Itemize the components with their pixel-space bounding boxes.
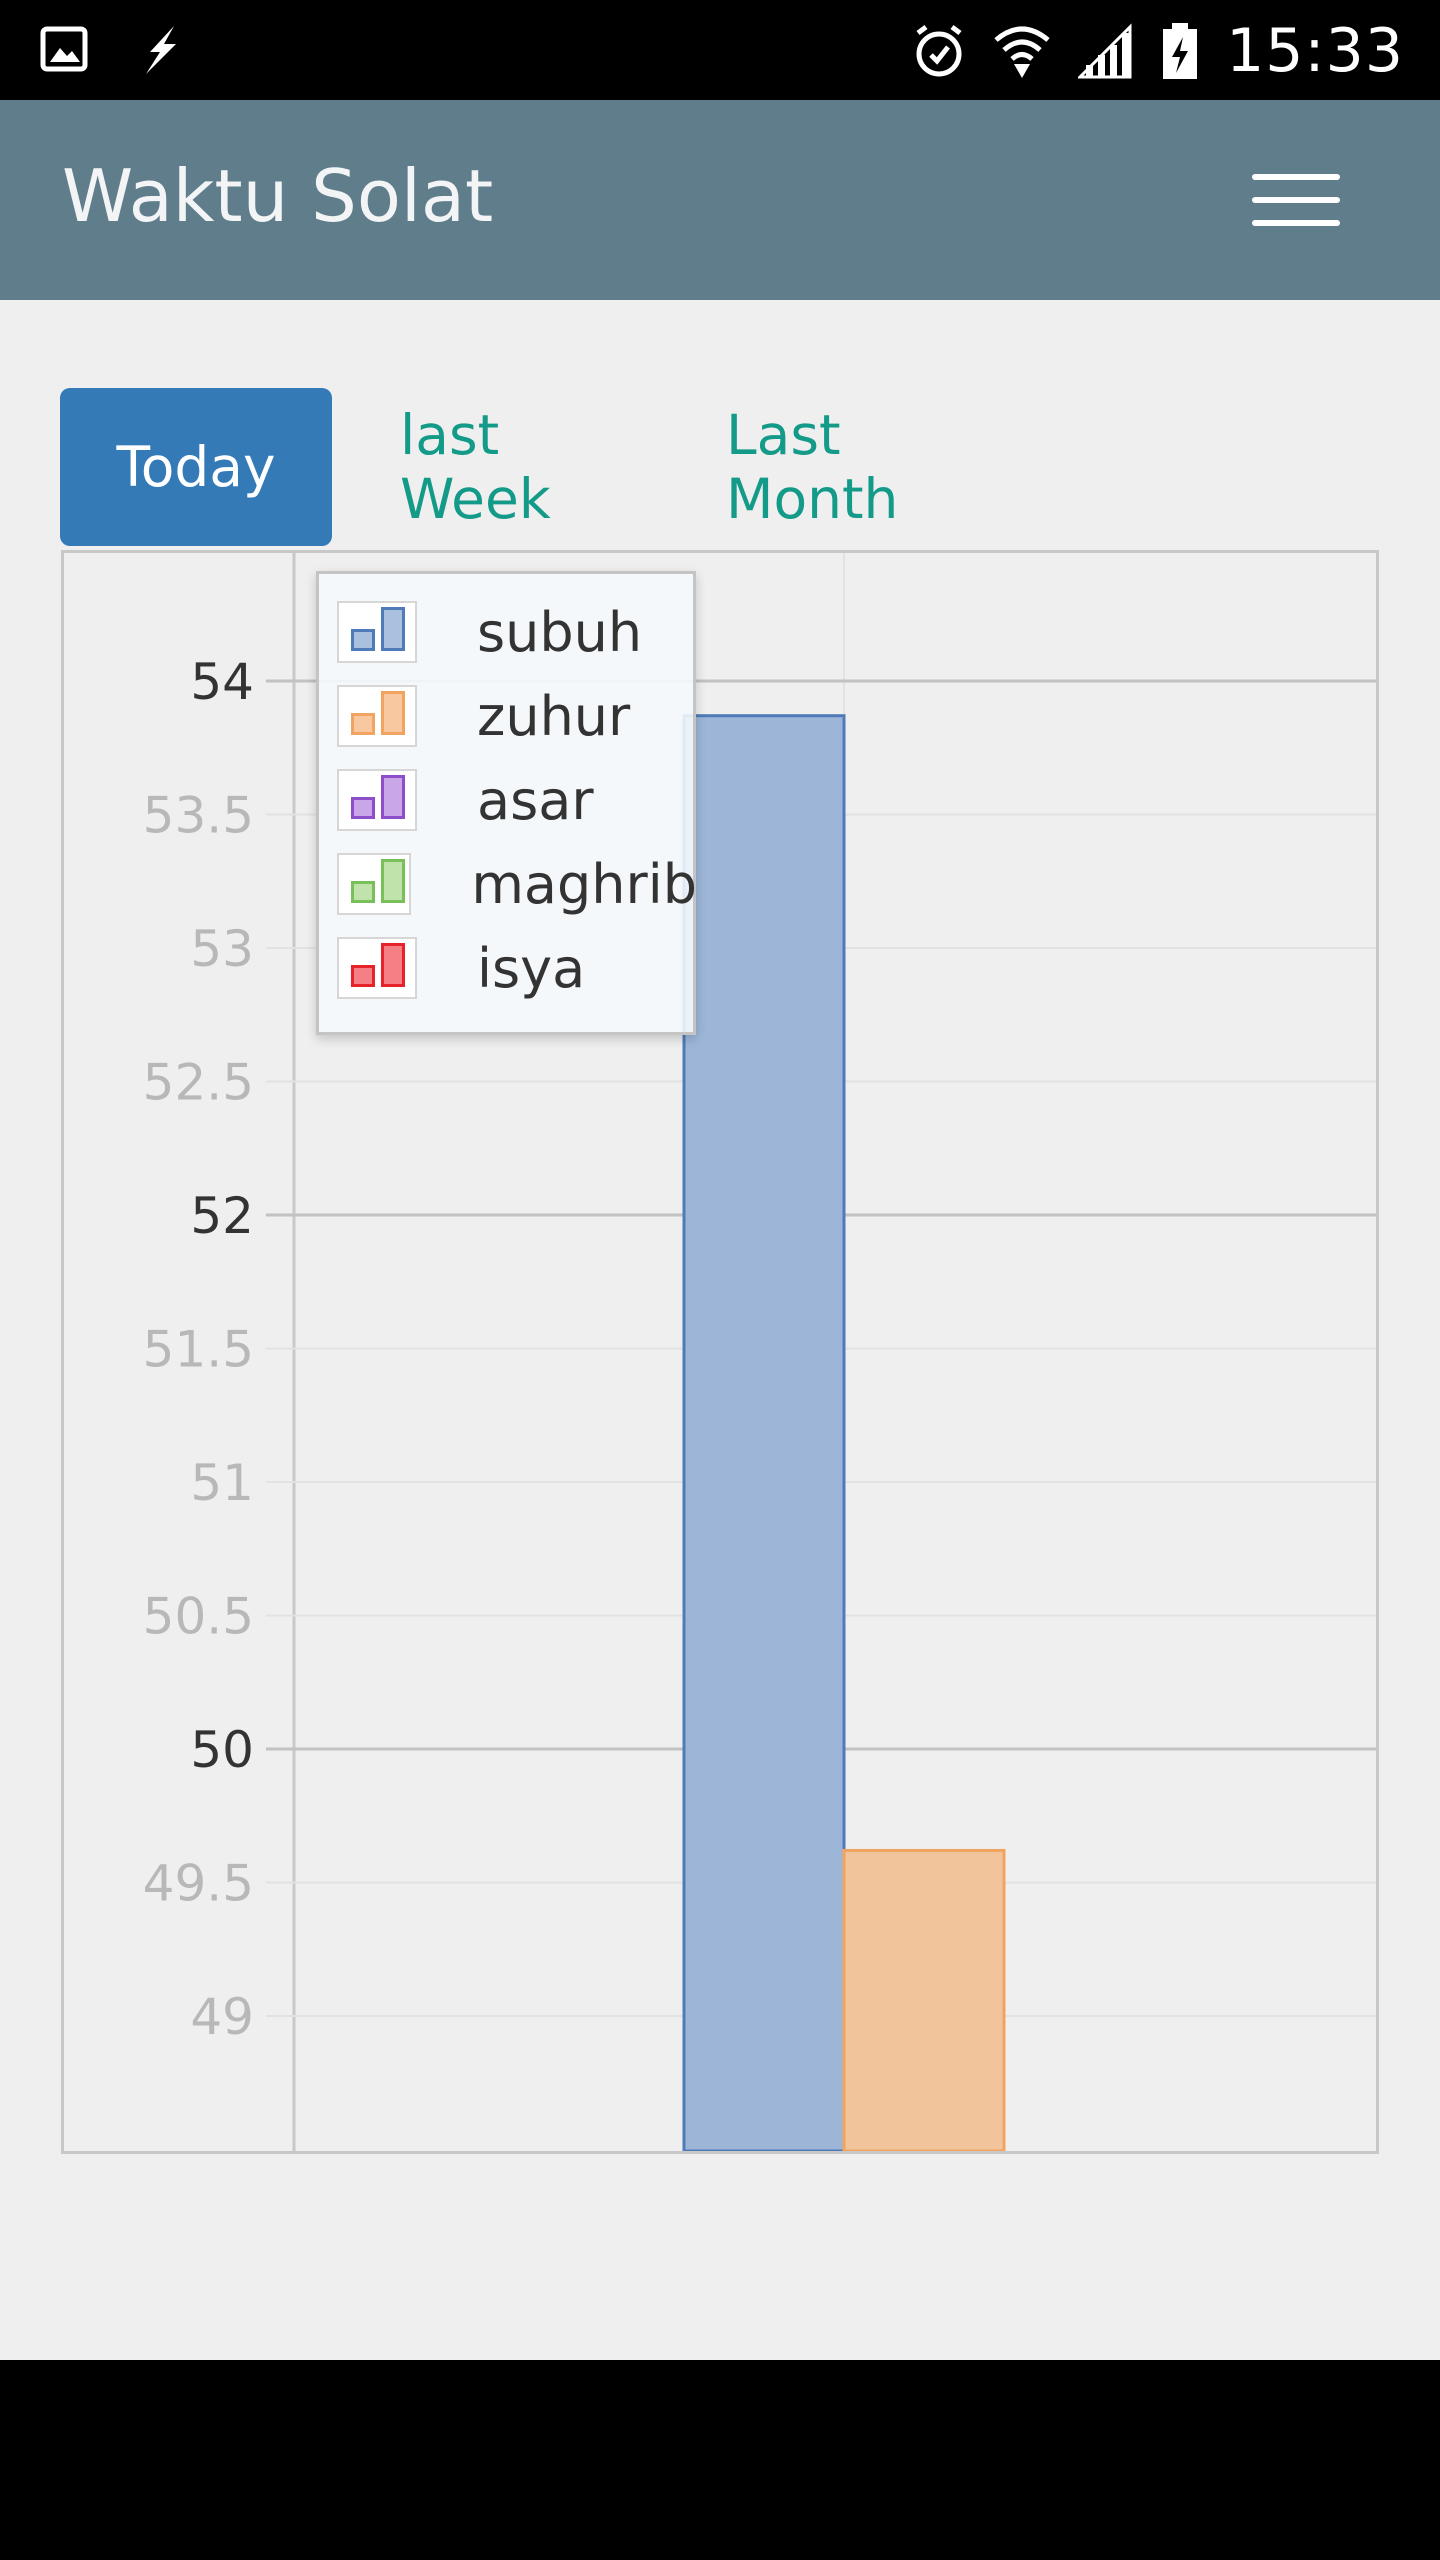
legend-label: maghrib bbox=[471, 852, 697, 916]
wifi-icon bbox=[994, 26, 1050, 78]
prayer-time-chart: 54 53.5 53 52.5 52 51.5 51 50.5 50 49.5 49 subuh z… bbox=[61, 550, 1379, 2154]
legend-swatch-bar bbox=[381, 775, 405, 819]
chart-legend: subuh zuhur asar maghrib isya bbox=[316, 571, 697, 1035]
legend-label: subuh bbox=[477, 600, 643, 664]
navigation-bar bbox=[0, 2360, 1440, 2560]
y-tick-label: 51.5 bbox=[143, 1321, 254, 1379]
legend-swatch-maghrib bbox=[337, 853, 412, 915]
y-tick-label: 49 bbox=[190, 1988, 254, 2046]
y-tick-label: 51 bbox=[190, 1454, 254, 1512]
y-tick-label: 50 bbox=[190, 1721, 254, 1779]
y-tick-label: 50.5 bbox=[143, 1588, 254, 1646]
signal-icon bbox=[1078, 23, 1132, 79]
period-tabs: Today last Week Last Month bbox=[60, 388, 1008, 546]
legend-item-zuhur[interactable]: zuhur bbox=[337, 684, 697, 748]
legend-swatch-bar bbox=[351, 629, 375, 651]
tab-last-month[interactable]: Last Month bbox=[726, 388, 1008, 546]
battery-charging-icon bbox=[1163, 23, 1198, 79]
legend-swatch-zuhur bbox=[337, 685, 417, 747]
legend-label: zuhur bbox=[477, 684, 631, 748]
legend-swatch-asar bbox=[337, 769, 417, 831]
legend-swatch-bar bbox=[351, 797, 375, 819]
legend-item-asar[interactable]: asar bbox=[337, 768, 697, 832]
y-tick-label: 52.5 bbox=[143, 1054, 254, 1112]
bar-zuhur bbox=[842, 1848, 1006, 2151]
gallery-icon bbox=[40, 26, 88, 72]
legend-swatch-bar bbox=[381, 691, 405, 735]
bar-subuh bbox=[682, 714, 846, 2151]
legend-item-isya[interactable]: isya bbox=[337, 936, 697, 1000]
chart-plot: 54 53.5 53 52.5 52 51.5 51 50.5 50 49.5 49 bbox=[143, 553, 1376, 2151]
status-bar: 15:33 bbox=[0, 0, 1440, 100]
tab-last-week[interactable]: last Week bbox=[400, 388, 644, 546]
main-content: Today last Week Last Month 54 53.5 53 52.5 5… bbox=[0, 300, 1440, 2360]
app-title: Waktu Solat bbox=[62, 154, 494, 238]
tab-today[interactable]: Today bbox=[60, 388, 332, 546]
alarm-icon bbox=[916, 25, 962, 77]
y-tick-label: 53.5 bbox=[143, 787, 254, 845]
status-time: 15:33 bbox=[1226, 16, 1404, 86]
y-tick-label: 49.5 bbox=[143, 1855, 254, 1913]
flash-icon bbox=[146, 26, 176, 74]
legend-swatch-isya bbox=[337, 937, 417, 999]
legend-label: isya bbox=[477, 936, 586, 1000]
y-tick-label: 52 bbox=[190, 1187, 254, 1245]
legend-swatch-bar bbox=[351, 713, 375, 735]
legend-swatch-bar bbox=[351, 965, 375, 987]
legend-swatch-bar bbox=[351, 881, 375, 903]
legend-item-maghrib[interactable]: maghrib bbox=[337, 852, 697, 916]
legend-swatch-bar bbox=[381, 943, 405, 987]
legend-item-subuh[interactable]: subuh bbox=[337, 600, 697, 664]
legend-swatch-subuh bbox=[337, 601, 417, 663]
legend-label: asar bbox=[477, 768, 594, 832]
hamburger-menu-icon[interactable] bbox=[1252, 166, 1344, 234]
app-bar: Waktu Solat bbox=[0, 100, 1440, 300]
y-tick-label: 54 bbox=[190, 653, 254, 711]
y-tick-label: 53 bbox=[190, 920, 254, 978]
legend-swatch-bar bbox=[381, 607, 405, 651]
legend-swatch-bar bbox=[381, 859, 405, 903]
